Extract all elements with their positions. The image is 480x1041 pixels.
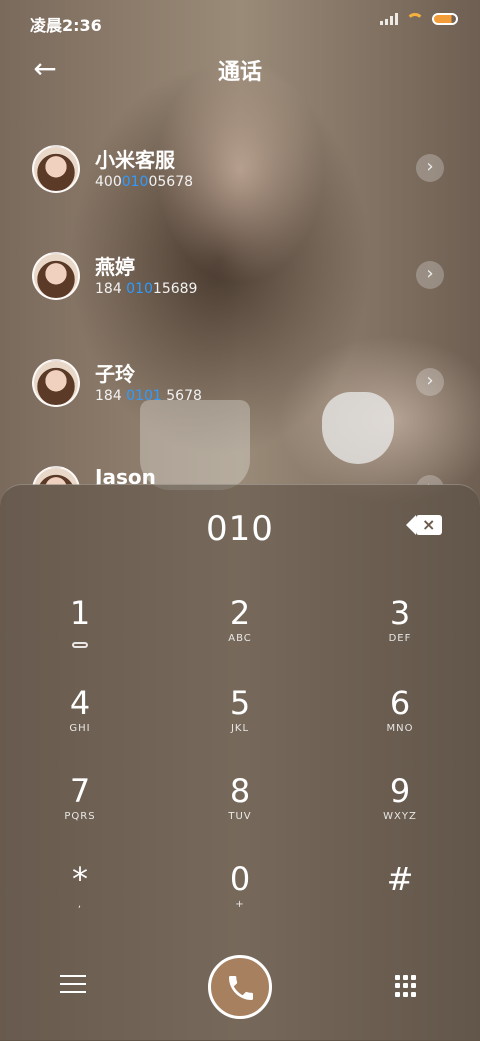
- dialpad-panel: 010 × 1 2 ABC 3 DEF 4 GHI 5 JKL 6 MNO 7 PQRS 8…: [0, 484, 480, 1041]
- key-6[interactable]: 6 MNO: [340, 683, 460, 763]
- key-8[interactable]: 8 TUV: [180, 771, 300, 851]
- key-5[interactable]: 5 JKL: [180, 683, 300, 763]
- chevron-right-icon[interactable]: ›: [416, 368, 444, 396]
- key-2[interactable]: 2 ABC: [180, 593, 300, 673]
- contact-number: 40001005678: [95, 174, 194, 190]
- call-button[interactable]: [208, 955, 272, 1019]
- key-4[interactable]: 4 GHI: [20, 683, 140, 763]
- contact-item[interactable]: 燕婷 184 01015689 ›: [0, 237, 480, 333]
- avatar: [32, 145, 80, 193]
- contact-name: 子玲: [95, 362, 135, 386]
- voicemail-icon: [72, 642, 88, 648]
- chevron-right-icon[interactable]: ›: [416, 154, 444, 182]
- key-7[interactable]: 7 PQRS: [20, 771, 140, 851]
- key-hash[interactable]: #: [340, 859, 460, 939]
- contact-name: 燕婷: [95, 255, 135, 279]
- chevron-right-icon[interactable]: ›: [416, 261, 444, 289]
- contact-item[interactable]: 子玲 184 0101 5678 ›: [0, 344, 480, 440]
- contact-item[interactable]: 小米客服 40001005678 ›: [0, 130, 480, 226]
- signal-icon: [380, 13, 398, 25]
- contact-item[interactable]: Jason ›: [0, 451, 480, 485]
- avatar: [32, 466, 80, 485]
- dialpad-toggle-icon[interactable]: [395, 975, 417, 997]
- avatar: [32, 359, 80, 407]
- key-1[interactable]: 1: [20, 593, 140, 673]
- contact-list: 小米客服 40001005678 › 燕婷 184 01015689 › 子玲 …: [0, 120, 480, 485]
- header: ← 通话: [0, 50, 480, 90]
- phone-icon: [229, 976, 253, 1000]
- status-icons: [380, 13, 458, 25]
- contact-number: 184 01015689: [95, 281, 198, 297]
- status-bar: 凌晨2:36: [0, 0, 480, 42]
- avatar: [32, 252, 80, 300]
- contact-name: 小米客服: [95, 148, 175, 172]
- status-time: 凌晨2:36: [30, 16, 102, 35]
- wifi-icon: [406, 13, 424, 25]
- key-3[interactable]: 3 DEF: [340, 593, 460, 673]
- backspace-icon: [406, 515, 416, 535]
- page-title: 通话: [217, 60, 262, 85]
- battery-icon: [432, 13, 458, 25]
- menu-icon[interactable]: [60, 975, 86, 995]
- key-star[interactable]: *,: [20, 859, 140, 939]
- backspace-button[interactable]: ×: [406, 515, 442, 535]
- key-9[interactable]: 9 WXYZ: [340, 771, 460, 851]
- key-0[interactable]: 0 +: [180, 859, 300, 939]
- dialpad-bottom-bar: [0, 951, 480, 1021]
- contact-number: 184 0101 5678: [95, 388, 202, 404]
- contact-name: Jason: [95, 465, 156, 485]
